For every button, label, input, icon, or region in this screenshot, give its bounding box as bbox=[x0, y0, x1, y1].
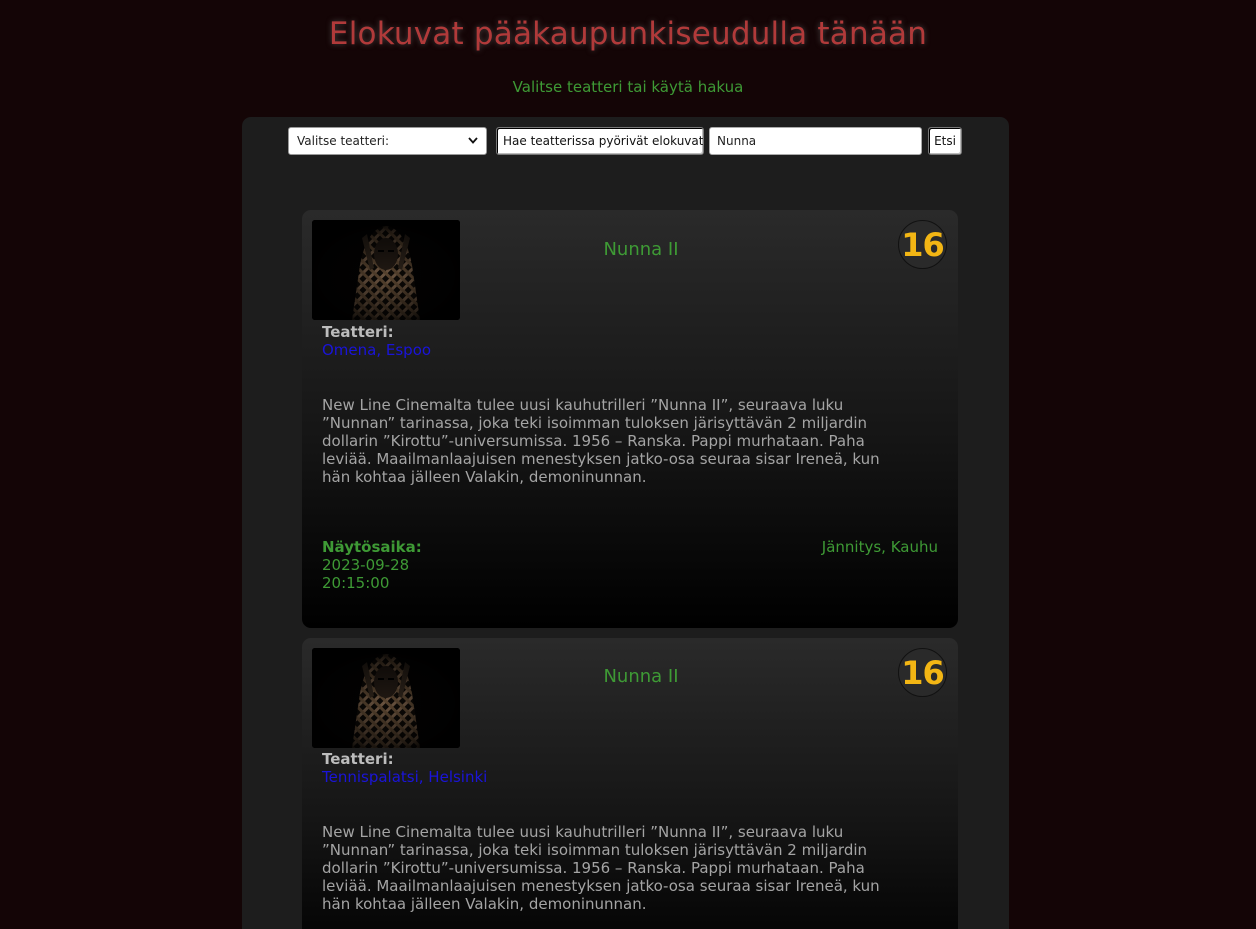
movie-title: Nunna II bbox=[603, 239, 679, 260]
movie-title: Nunna II bbox=[603, 666, 679, 687]
showtime-label: Näytösaika: bbox=[322, 538, 422, 556]
theater-link[interactable]: Tennispalatsi, Helsinki bbox=[322, 768, 487, 786]
movie-description: New Line Cinemalta tulee uusi kauhutrill… bbox=[322, 823, 880, 913]
movie-description: New Line Cinemalta tulee uusi kauhutrill… bbox=[322, 396, 880, 486]
search-controls: Valitse teatteri: Hae teatterissa pyöriv… bbox=[288, 127, 962, 155]
page-title: Elokuvat pääkaupunkiseudulla tänään bbox=[328, 16, 928, 52]
theater-select-value: Valitse teatteri: bbox=[297, 134, 389, 148]
theater-link[interactable]: Omena, Espoo bbox=[322, 341, 431, 359]
theater-label: Teatteri: bbox=[322, 323, 394, 341]
search-input[interactable]: Nunna bbox=[709, 127, 922, 155]
movie-poster-image bbox=[312, 648, 460, 748]
movie-genres: Jännitys, Kauhu bbox=[821, 538, 938, 556]
search-theater-button[interactable]: Hae teatterissa pyörivät elokuvat bbox=[496, 127, 704, 155]
theater-label: Teatteri: bbox=[322, 750, 394, 768]
movie-card: Nunna II 16 Teatteri: Tennispalatsi, Hel… bbox=[302, 638, 958, 929]
age-rating-badge: 16 bbox=[898, 648, 947, 697]
chevron-down-icon bbox=[468, 136, 478, 147]
search-button[interactable]: Etsi bbox=[928, 127, 962, 155]
showtime-time: 20:15:00 bbox=[322, 574, 390, 592]
showtime-date: 2023-09-28 bbox=[322, 556, 410, 574]
movie-card: Nunna II 16 Teatteri: Omena, Espoo New L… bbox=[302, 210, 958, 628]
main-panel: Valitse teatteri: Hae teatterissa pyöriv… bbox=[242, 117, 1009, 929]
age-rating-badge: 16 bbox=[898, 220, 947, 269]
page-subtitle: Valitse teatteri tai käytä hakua bbox=[512, 78, 744, 96]
theater-select[interactable]: Valitse teatteri: bbox=[288, 127, 487, 155]
movie-poster-image bbox=[312, 220, 460, 320]
